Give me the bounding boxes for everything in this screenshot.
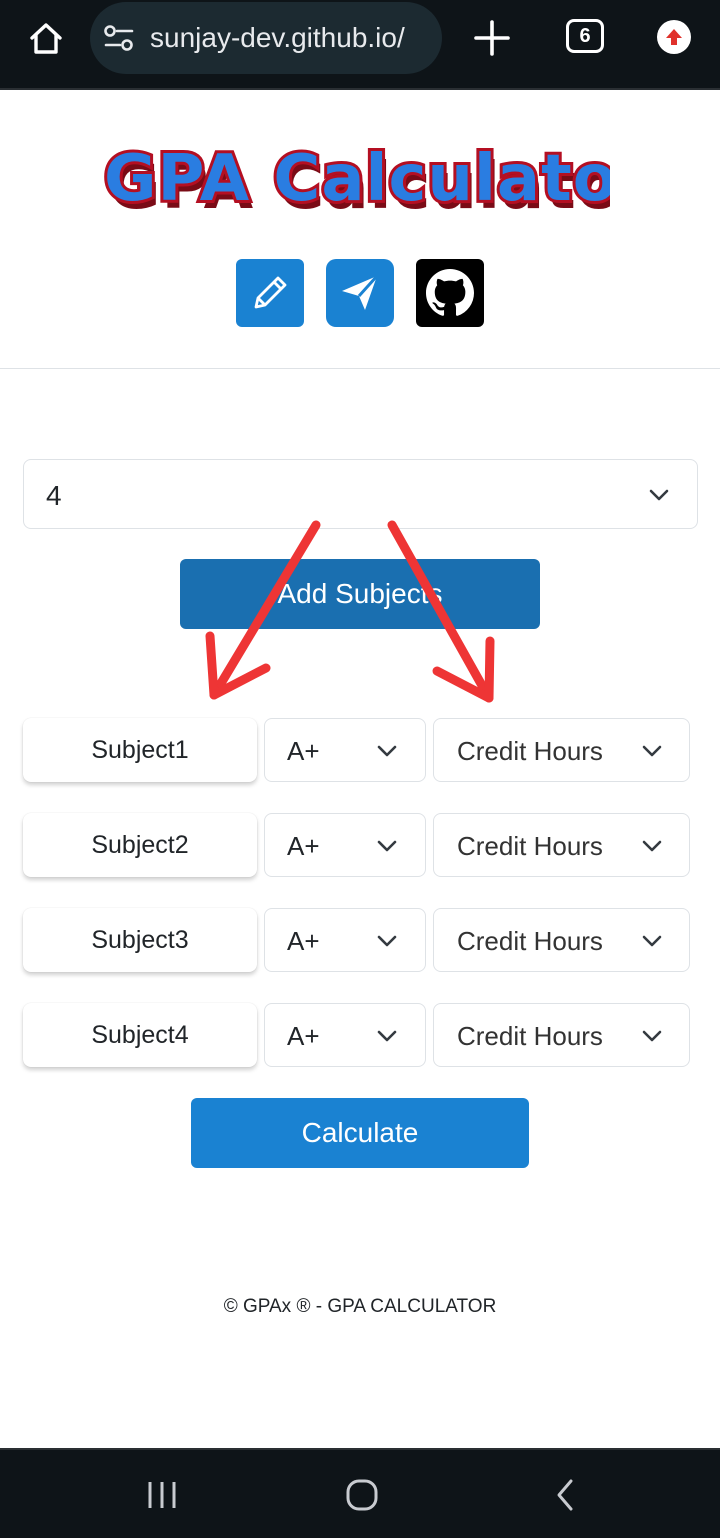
chevron-down-icon [642,745,662,757]
chevron-down-icon [377,1030,397,1042]
paper-plane-icon [342,274,379,310]
recent-apps-icon[interactable] [142,1478,182,1512]
arrow-up-circle-icon[interactable] [657,20,691,54]
back-icon[interactable] [545,1478,585,1512]
subject-count-select[interactable]: 4 [23,459,698,529]
grade-value: A+ [287,1021,320,1051]
credit-hours-value: Credit Hours [457,831,603,861]
pencil-icon [254,276,287,309]
header-divider [0,368,720,369]
grade-select[interactable]: A+ [264,718,426,782]
subject-row: Subject4 A+ Credit Hours [0,1003,720,1069]
add-subjects-button[interactable]: Add Subjects [180,559,540,629]
chevron-down-icon [642,935,662,947]
chevron-down-icon [642,840,662,852]
logo-text: GPA Calculator [104,142,610,216]
tabs-counter-icon[interactable]: 6 [566,19,604,53]
subject-row: Subject3 A+ Credit Hours [0,908,720,974]
chevron-down-icon [642,1030,662,1042]
tune-icon[interactable] [102,24,136,52]
credit-hours-value: Credit Hours [457,736,603,766]
grade-value: A+ [287,926,320,956]
credit-hours-select[interactable]: Credit Hours [433,1003,690,1067]
subject-row: Subject2 A+ Credit Hours [0,813,720,879]
chevron-down-icon [377,935,397,947]
logo: GPA Calculator GPA Calculator [101,139,610,226]
chevron-down-icon [377,745,397,757]
grade-select[interactable]: A+ [264,908,426,972]
subject-count-value: 4 [46,480,62,511]
chevron-down-icon [377,840,397,852]
address-bar[interactable]: sunjay-dev.github.io/ [90,2,442,74]
edit-button[interactable] [236,259,304,327]
browser-toolbar: sunjay-dev.github.io/ 6 [0,0,720,90]
grade-select[interactable]: A+ [264,813,426,877]
credit-hours-select[interactable]: Credit Hours [433,718,690,782]
chevron-down-icon [649,489,669,501]
grade-select[interactable]: A+ [264,1003,426,1067]
subject-row: Subject1 A+ Credit Hours [0,718,720,784]
calculate-button[interactable]: Calculate [191,1098,529,1168]
subject-name-field[interactable]: Subject2 [23,813,257,877]
grade-value: A+ [287,831,320,861]
url-text: sunjay-dev.github.io/ [150,22,405,53]
credit-hours-select[interactable]: Credit Hours [433,908,690,972]
plus-icon[interactable] [470,16,514,60]
github-icon [426,269,474,316]
system-nav-bar [0,1448,720,1538]
subject-name-field[interactable]: Subject1 [23,718,257,782]
github-button[interactable] [416,259,484,327]
footer-copyright: © GPAx ® - GPA CALCULATOR [223,1296,497,1317]
credit-hours-value: Credit Hours [457,926,603,956]
credit-hours-select[interactable]: Credit Hours [433,813,690,877]
subject-name-field[interactable]: Subject3 [23,908,257,972]
telegram-button[interactable] [326,259,394,327]
subject-name-field[interactable]: Subject4 [23,1003,257,1067]
credit-hours-value: Credit Hours [457,1021,603,1051]
home-circle-icon[interactable] [342,1478,382,1512]
tab-count: 6 [579,24,591,47]
grade-value: A+ [287,736,320,766]
home-icon[interactable] [22,14,70,62]
page: sunjay-dev.github.io/ 6 GPA Calculator G… [0,0,720,1538]
